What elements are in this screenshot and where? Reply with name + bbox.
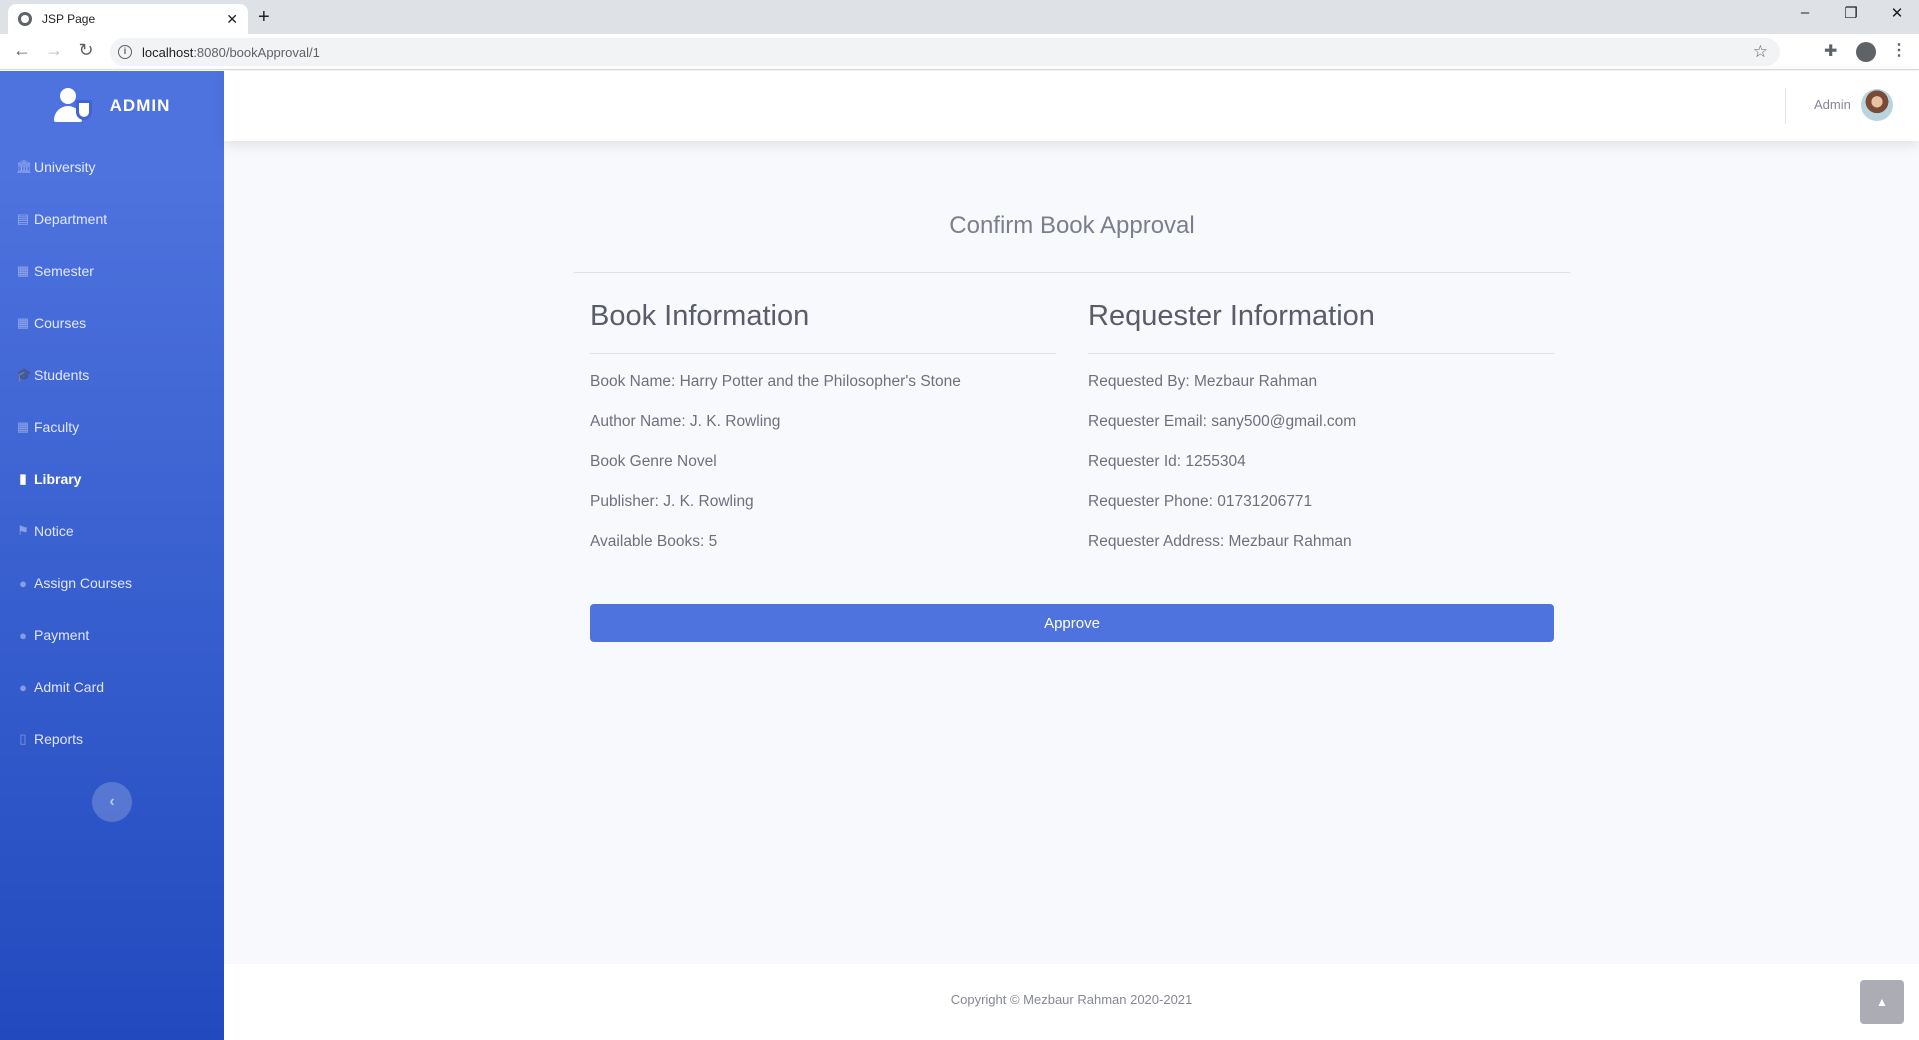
sidebar-item-semester[interactable]: ▦ Semester: [0, 245, 224, 297]
sidebar-item-label: Library: [34, 471, 82, 487]
sidebar: ADMIN 🏛 University ▤ Department ▦ Semest…: [0, 71, 224, 1040]
requester-id: Requester Id: 1255304: [1088, 453, 1246, 470]
table-icon: ▦: [16, 263, 30, 278]
close-tab-icon[interactable]: ✕: [226, 11, 238, 28]
sidebar-item-library[interactable]: ▮ Library: [0, 453, 224, 505]
extensions-puzzle-icon[interactable]: ✚: [1824, 41, 1837, 61]
sidebar-item-label: Notice: [34, 523, 74, 539]
avatar[interactable]: [1861, 89, 1893, 121]
browser-tab[interactable]: JSP Page ✕: [8, 4, 248, 34]
table-icon: ▦: [16, 315, 30, 330]
address-bar[interactable]: i localhost:8080/bookApproval/1 ☆: [110, 38, 1780, 66]
sidebar-item-courses[interactable]: ▦ Courses: [0, 297, 224, 349]
browser-toolbar: ← → ↻ i localhost:8080/bookApproval/1 ☆ …: [0, 34, 1919, 70]
sidebar-item-reports[interactable]: ▯ Reports: [0, 713, 224, 765]
requester-email: Requester Email: sany500@gmail.com: [1088, 413, 1357, 430]
footer: Copyright © Mezbaur Rahman 2020-2021: [224, 964, 1919, 1040]
sidebar-item-faculty[interactable]: ▦ Faculty: [0, 401, 224, 453]
sidebar-item-notice[interactable]: ⚑ Notice: [0, 505, 224, 557]
sidebar-item-university[interactable]: 🏛 University: [0, 141, 224, 193]
book-name: Book Name: Harry Potter and the Philosop…: [590, 373, 961, 390]
available-books: Available Books: 5: [590, 533, 718, 550]
sidebar-item-students[interactable]: 🎓 Students: [0, 349, 224, 401]
circle-icon: ●: [19, 575, 27, 591]
user-name[interactable]: Admin: [1814, 97, 1851, 112]
info-icon[interactable]: i: [118, 45, 132, 59]
sidebar-item-label: Payment: [34, 627, 90, 643]
publisher: Publisher: J. K. Rowling: [590, 493, 754, 510]
table-icon: ▦: [16, 419, 30, 434]
book-information-heading: Book Information: [590, 300, 1056, 354]
sidebar-item-department[interactable]: ▤ Department: [0, 193, 224, 245]
user-shield-icon: [53, 88, 96, 124]
profile-icon[interactable]: [1856, 42, 1876, 62]
sidebar-item-label: Reports: [34, 731, 84, 747]
forward-icon[interactable]: →: [42, 40, 66, 61]
bookmark-star-icon[interactable]: ☆: [1753, 42, 1768, 62]
sidebar-item-label: Students: [34, 367, 90, 383]
sidebar-item-label: University: [34, 159, 96, 175]
browser-tab-bar: JSP Page ✕ + – ❐ ✕: [0, 0, 1919, 34]
book-information-section: Book Information Book Name: Harry Potter…: [590, 300, 1056, 562]
circle-icon: ●: [19, 679, 27, 695]
back-icon[interactable]: ←: [10, 40, 34, 61]
id-card-icon: ▤: [16, 211, 30, 226]
topbar: Admin: [224, 71, 1919, 141]
requester-address: Requester Address: Mezbaur Rahman: [1088, 533, 1352, 550]
requester-information-section: Requester Information Requested By: Mezb…: [1088, 300, 1554, 562]
reload-icon[interactable]: ↻: [74, 40, 98, 61]
title-divider: [574, 272, 1570, 273]
brand-text: ADMIN: [109, 96, 171, 115]
requester-phone: Requester Phone: 01731206771: [1088, 493, 1313, 510]
copyright-text: Copyright © Mezbaur Rahman 2020-2021: [950, 992, 1193, 1007]
browser-menu-icon[interactable]: ⋮: [1891, 40, 1907, 60]
requester-information-heading: Requester Information: [1088, 300, 1554, 354]
author-name: Author Name: J. K. Rowling: [590, 413, 781, 430]
graduation-cap-icon: 🎓: [16, 367, 33, 382]
flag-icon: ⚑: [17, 523, 29, 538]
circle-icon: ●: [19, 627, 27, 643]
requested-by: Requested By: Mezbaur Rahman: [1088, 373, 1318, 390]
sidebar-item-label: Faculty: [34, 419, 80, 435]
url-path: :8080/bookApproval/1: [193, 44, 320, 60]
url-host: localhost: [142, 44, 194, 60]
topbar-divider: [1785, 88, 1786, 124]
sidebar-toggle-button[interactable]: ‹: [92, 782, 132, 822]
sidebar-item-assign-courses[interactable]: ● Assign Courses: [0, 557, 224, 609]
tab-title: JSP Page: [42, 12, 96, 26]
scroll-to-top-button[interactable]: ▲: [1860, 980, 1904, 1024]
sidebar-item-label: Semester: [34, 263, 94, 279]
new-tab-icon[interactable]: +: [258, 6, 270, 29]
approve-button[interactable]: Approve: [590, 604, 1554, 642]
university-icon: 🏛: [16, 159, 33, 174]
sidebar-item-label: Courses: [34, 315, 87, 331]
sidebar-item-payment[interactable]: ● Payment: [0, 609, 224, 661]
close-window-icon[interactable]: ✕: [1882, 4, 1912, 22]
sidebar-item-label: Department: [34, 211, 108, 227]
restore-icon[interactable]: ❐: [1836, 4, 1866, 22]
file-icon: ▯: [19, 731, 27, 746]
sidebar-brand[interactable]: ADMIN: [0, 71, 224, 141]
sidebar-item-label: Assign Courses: [34, 575, 133, 591]
sidebar-item-admit-card[interactable]: ● Admit Card: [0, 661, 224, 713]
chevron-up-icon: ▲: [1876, 995, 1888, 1009]
book-icon: ▮: [19, 471, 27, 486]
page-title: Confirm Book Approval: [949, 212, 1195, 239]
minimize-icon[interactable]: –: [1790, 4, 1820, 21]
globe-icon: [18, 12, 32, 26]
book-genre: Book Genre Novel: [590, 453, 717, 470]
sidebar-item-label: Admit Card: [34, 679, 105, 695]
